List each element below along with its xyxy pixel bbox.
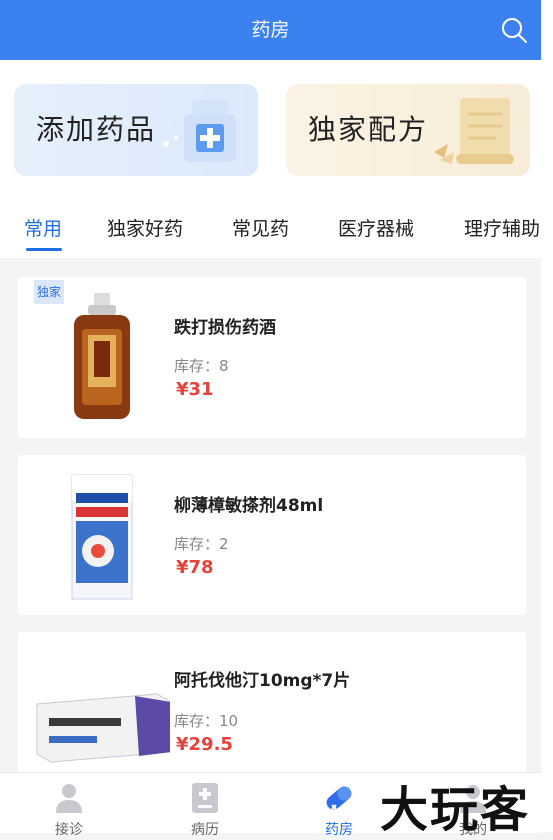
search-icon[interactable] (499, 15, 529, 45)
product-price: ¥78 (176, 557, 214, 578)
tab-common-drugs[interactable]: 常见药 (232, 214, 289, 241)
tabbar-label: 病历 (191, 822, 219, 838)
tabbar-item-pharmacy[interactable]: 药房 (294, 773, 384, 838)
header-bar: 药房 (0, 0, 541, 60)
tab-therapy-aids[interactable]: 理疗辅助 (464, 214, 540, 241)
add-medicine-label: 添加药品 (36, 113, 157, 146)
add-medicine-banner[interactable]: 添加药品 (14, 84, 258, 176)
tab-exclusive[interactable]: 独家好药 (107, 214, 183, 241)
active-tab-indicator (26, 248, 62, 251)
pill-icon (326, 786, 352, 810)
product-card[interactable]: 独家 跌打损伤药酒 库存：8 ¥31 (18, 277, 526, 438)
banner-section: 添加药品 独家配方 (0, 60, 541, 190)
doctor-icon (56, 784, 82, 813)
product-stock: 库存：8 (174, 357, 229, 375)
tabbar-item-reception[interactable]: 接诊 (24, 773, 114, 838)
tabbar-item-records[interactable]: 病历 (160, 773, 250, 838)
scroll-edge (541, 0, 553, 832)
product-name: 阿托伐他汀10mg*7片 (174, 671, 351, 691)
product-name: 柳薄樟敏搽剂48ml (174, 496, 324, 516)
product-card[interactable]: 柳薄樟敏搽剂48ml 库存：2 ¥78 (18, 455, 526, 615)
tabbar-label: 接诊 (55, 822, 83, 838)
page-title: 药房 (251, 19, 290, 41)
product-image (74, 293, 130, 419)
product-stock: 库存：10 (174, 712, 239, 730)
tab-medical-devices[interactable]: 医疗器械 (338, 214, 414, 241)
category-tabs: 常用 独家好药 常见药 医疗器械 理疗辅助 (0, 190, 541, 258)
product-price: ¥31 (176, 379, 214, 400)
watermark-logo: 大玩客 (380, 782, 531, 838)
product-price: ¥29.5 (176, 734, 233, 755)
medicine-bottle-icon (163, 100, 236, 162)
exclusive-formula-banner[interactable]: 独家配方 (286, 84, 530, 176)
scroll-document-icon (434, 98, 514, 164)
tab-common[interactable]: 常用 (24, 214, 62, 241)
medical-record-icon (192, 783, 218, 813)
product-image (71, 474, 133, 600)
exclusive-formula-label: 独家配方 (308, 113, 429, 146)
tabbar-label: 药房 (325, 822, 353, 838)
product-stock: 库存：2 (174, 535, 229, 553)
product-name: 跌打损伤药酒 (174, 318, 276, 338)
product-image (36, 693, 170, 763)
product-card[interactable]: 阿托伐他汀10mg*7片 库存：10 ¥29.5 (18, 632, 526, 777)
